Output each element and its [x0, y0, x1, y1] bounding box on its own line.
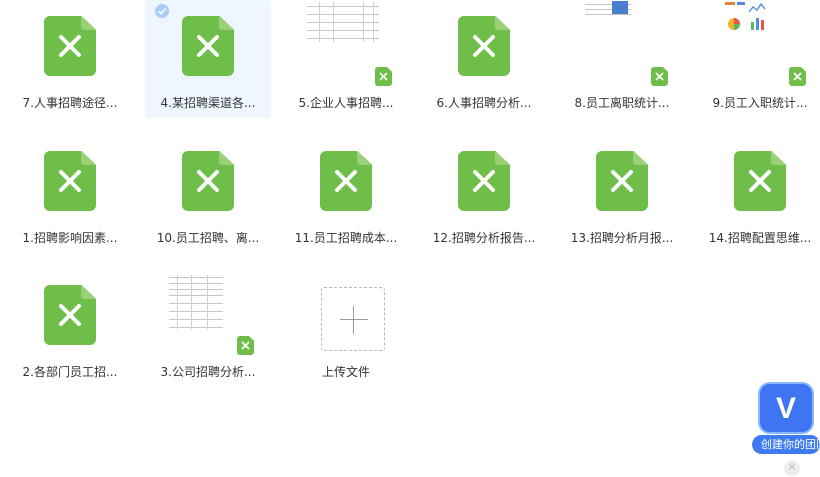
- file-tile-selected[interactable]: 4.某招聘渠道各...: [145, 0, 271, 118]
- file-name: 13.招聘分析月报...: [570, 231, 674, 245]
- file-tile[interactable]: 6.人事招聘分析...: [421, 0, 547, 118]
- file-name: 8.员工离职统计...: [574, 96, 670, 110]
- file-name: 14.招聘配置思维...: [708, 231, 812, 245]
- file-name: 4.某招聘渠道各...: [160, 96, 256, 110]
- file-name: 1.招聘影响因素...: [22, 231, 118, 245]
- file-thumbnail: [723, 0, 769, 34]
- check-icon[interactable]: [155, 4, 169, 18]
- file-name: 6.人事招聘分析...: [436, 96, 532, 110]
- file-name: 12.招聘分析报告...: [432, 231, 536, 245]
- file-name: 3.公司招聘分析...: [160, 365, 256, 379]
- logo-letter: V: [775, 392, 796, 425]
- excel-file-icon: [596, 151, 648, 211]
- file-tile[interactable]: 13.招聘分析月报...: [559, 135, 685, 253]
- file-name: 11.员工招聘成本...: [294, 231, 398, 245]
- file-name: 2.各部门员工招...: [22, 365, 118, 379]
- excel-badge-icon: [789, 67, 806, 86]
- excel-badge-icon: [237, 336, 254, 355]
- excel-file-icon: [44, 16, 96, 76]
- close-icon[interactable]: ✕: [784, 460, 800, 476]
- file-name: 10.员工招聘、离...: [156, 231, 260, 245]
- excel-file-icon: [734, 151, 786, 211]
- excel-file-icon: [182, 16, 234, 76]
- file-thumbnail: [305, 0, 381, 44]
- file-thumbnail: [167, 271, 225, 331]
- upload-label: 上传文件: [321, 365, 370, 379]
- app-logo[interactable]: V: [758, 382, 814, 434]
- excel-badge-icon: [375, 67, 392, 86]
- excel-file-icon: [44, 285, 96, 345]
- file-tile[interactable]: 9.员工入职统计...: [697, 0, 820, 118]
- team-widget[interactable]: V 创建你的团队 ✕: [752, 380, 820, 477]
- excel-file-icon: [182, 151, 234, 211]
- file-thumbnail: [585, 0, 631, 16]
- file-name: 7.人事招聘途径...: [22, 96, 118, 110]
- excel-file-icon: [458, 151, 510, 211]
- excel-badge-icon: [651, 67, 668, 86]
- excel-file-icon: [320, 151, 372, 211]
- file-tile[interactable]: 3.公司招聘分析...: [145, 269, 271, 387]
- file-tile[interactable]: 11.员工招聘成本...: [283, 135, 409, 253]
- file-tile[interactable]: 5.企业人事招聘...: [283, 0, 409, 118]
- file-tile[interactable]: 14.招聘配置思维...: [697, 135, 820, 253]
- file-name: 9.员工入职统计...: [712, 96, 808, 110]
- excel-file-icon: [458, 16, 510, 76]
- file-tile[interactable]: 1.招聘影响因素...: [7, 135, 133, 253]
- excel-file-icon: [44, 151, 96, 211]
- file-tile[interactable]: 12.招聘分析报告...: [421, 135, 547, 253]
- plus-icon[interactable]: [321, 287, 385, 351]
- upload-tile[interactable]: 上传文件: [283, 269, 409, 387]
- file-tile[interactable]: 8.员工离职统计...: [559, 0, 685, 118]
- file-grid: 7.人事招聘途径... 4.某招聘渠道各... 5.企业人事招聘... 6.人事…: [0, 0, 820, 477]
- file-tile[interactable]: 10.员工招聘、离...: [145, 135, 271, 253]
- file-tile[interactable]: 7.人事招聘途径...: [7, 0, 133, 118]
- create-team-button[interactable]: 创建你的团队: [752, 435, 820, 454]
- file-name: 5.企业人事招聘...: [298, 96, 394, 110]
- file-tile[interactable]: 2.各部门员工招...: [7, 269, 133, 387]
